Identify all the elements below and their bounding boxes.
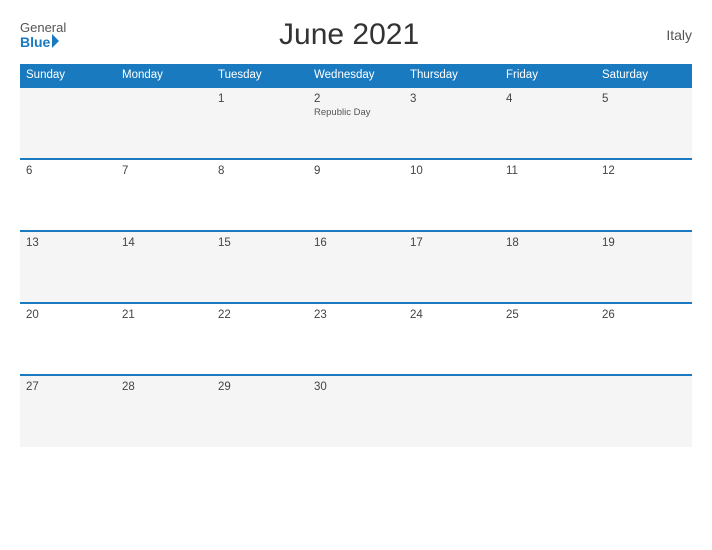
calendar-cell: 30	[308, 375, 404, 447]
day-number: 15	[218, 237, 302, 249]
calendar-cell: 11	[500, 159, 596, 231]
day-number: 17	[410, 237, 494, 249]
day-number: 6	[26, 165, 110, 177]
calendar-cell: 7	[116, 159, 212, 231]
day-number: 9	[314, 165, 398, 177]
logo-triangle-icon	[52, 34, 59, 48]
day-number: 27	[26, 381, 110, 393]
calendar-cell: 10	[404, 159, 500, 231]
day-number: 29	[218, 381, 302, 393]
day-number: 21	[122, 309, 206, 321]
logo-blue-text: Blue	[20, 34, 59, 49]
calendar-cell: 23	[308, 303, 404, 375]
header-tuesday: Tuesday	[212, 64, 308, 87]
day-number: 16	[314, 237, 398, 249]
country-label: Italy	[632, 27, 692, 43]
calendar-cell: 1	[212, 87, 308, 159]
day-number: 25	[506, 309, 590, 321]
day-number: 13	[26, 237, 110, 249]
day-number: 23	[314, 309, 398, 321]
header-monday: Monday	[116, 64, 212, 87]
header-sunday: Sunday	[20, 64, 116, 87]
calendar-cell: 13	[20, 231, 116, 303]
day-number: 8	[218, 165, 302, 177]
calendar-cell: 26	[596, 303, 692, 375]
day-number: 3	[410, 93, 494, 105]
calendar-week-row: 20 21 22 23 24 25 26	[20, 303, 692, 375]
calendar-cell: 14	[116, 231, 212, 303]
day-number: 5	[602, 93, 686, 105]
logo-general-text: General	[20, 21, 66, 34]
calendar-cell: 19	[596, 231, 692, 303]
calendar-cell: 25	[500, 303, 596, 375]
calendar-cell	[596, 375, 692, 447]
header-wednesday: Wednesday	[308, 64, 404, 87]
day-number: 22	[218, 309, 302, 321]
day-number: 28	[122, 381, 206, 393]
calendar-cell	[20, 87, 116, 159]
calendar-cell: 2 Republic Day	[308, 87, 404, 159]
calendar-title: June 2021	[66, 18, 632, 52]
calendar-week-row: 13 14 15 16 17 18 19	[20, 231, 692, 303]
day-number: 7	[122, 165, 206, 177]
day-number: 19	[602, 237, 686, 249]
calendar-cell	[500, 375, 596, 447]
weekday-header-row: Sunday Monday Tuesday Wednesday Thursday…	[20, 64, 692, 87]
calendar-cell: 28	[116, 375, 212, 447]
calendar-cell: 24	[404, 303, 500, 375]
calendar-cell: 27	[20, 375, 116, 447]
calendar-table: Sunday Monday Tuesday Wednesday Thursday…	[20, 64, 692, 447]
calendar-cell: 5	[596, 87, 692, 159]
calendar-cell: 21	[116, 303, 212, 375]
day-number: 2	[314, 93, 398, 105]
calendar-week-row: 6789 10 11 12	[20, 159, 692, 231]
day-number: 20	[26, 309, 110, 321]
day-number: 30	[314, 381, 398, 393]
day-event: Republic Day	[314, 107, 398, 118]
calendar-week-row: 12 Republic Day 345	[20, 87, 692, 159]
calendar-cell: 8	[212, 159, 308, 231]
day-number: 1	[218, 93, 302, 105]
day-number: 18	[506, 237, 590, 249]
day-number: 14	[122, 237, 206, 249]
header-saturday: Saturday	[596, 64, 692, 87]
calendar-cell: 6	[20, 159, 116, 231]
day-number: 26	[602, 309, 686, 321]
calendar-cell	[404, 375, 500, 447]
calendar-cell	[116, 87, 212, 159]
calendar-cell: 16	[308, 231, 404, 303]
calendar-cell: 12	[596, 159, 692, 231]
day-number: 4	[506, 93, 590, 105]
calendar-cell: 9	[308, 159, 404, 231]
calendar-cell: 22	[212, 303, 308, 375]
calendar-cell: 20	[20, 303, 116, 375]
day-number: 12	[602, 165, 686, 177]
calendar-cell: 17	[404, 231, 500, 303]
calendar-cell: 15	[212, 231, 308, 303]
calendar-cell: 18	[500, 231, 596, 303]
calendar-cell: 29	[212, 375, 308, 447]
header-thursday: Thursday	[404, 64, 500, 87]
logo: General Blue	[20, 21, 66, 49]
day-number: 10	[410, 165, 494, 177]
calendar-header: General Blue June 2021 Italy	[20, 18, 692, 52]
day-number: 11	[506, 165, 590, 177]
calendar-week-row: 27 28 29 30	[20, 375, 692, 447]
calendar-cell: 4	[500, 87, 596, 159]
header-friday: Friday	[500, 64, 596, 87]
calendar-cell: 3	[404, 87, 500, 159]
day-number: 24	[410, 309, 494, 321]
calendar-container: General Blue June 2021 Italy Sunday Mond…	[0, 0, 712, 550]
